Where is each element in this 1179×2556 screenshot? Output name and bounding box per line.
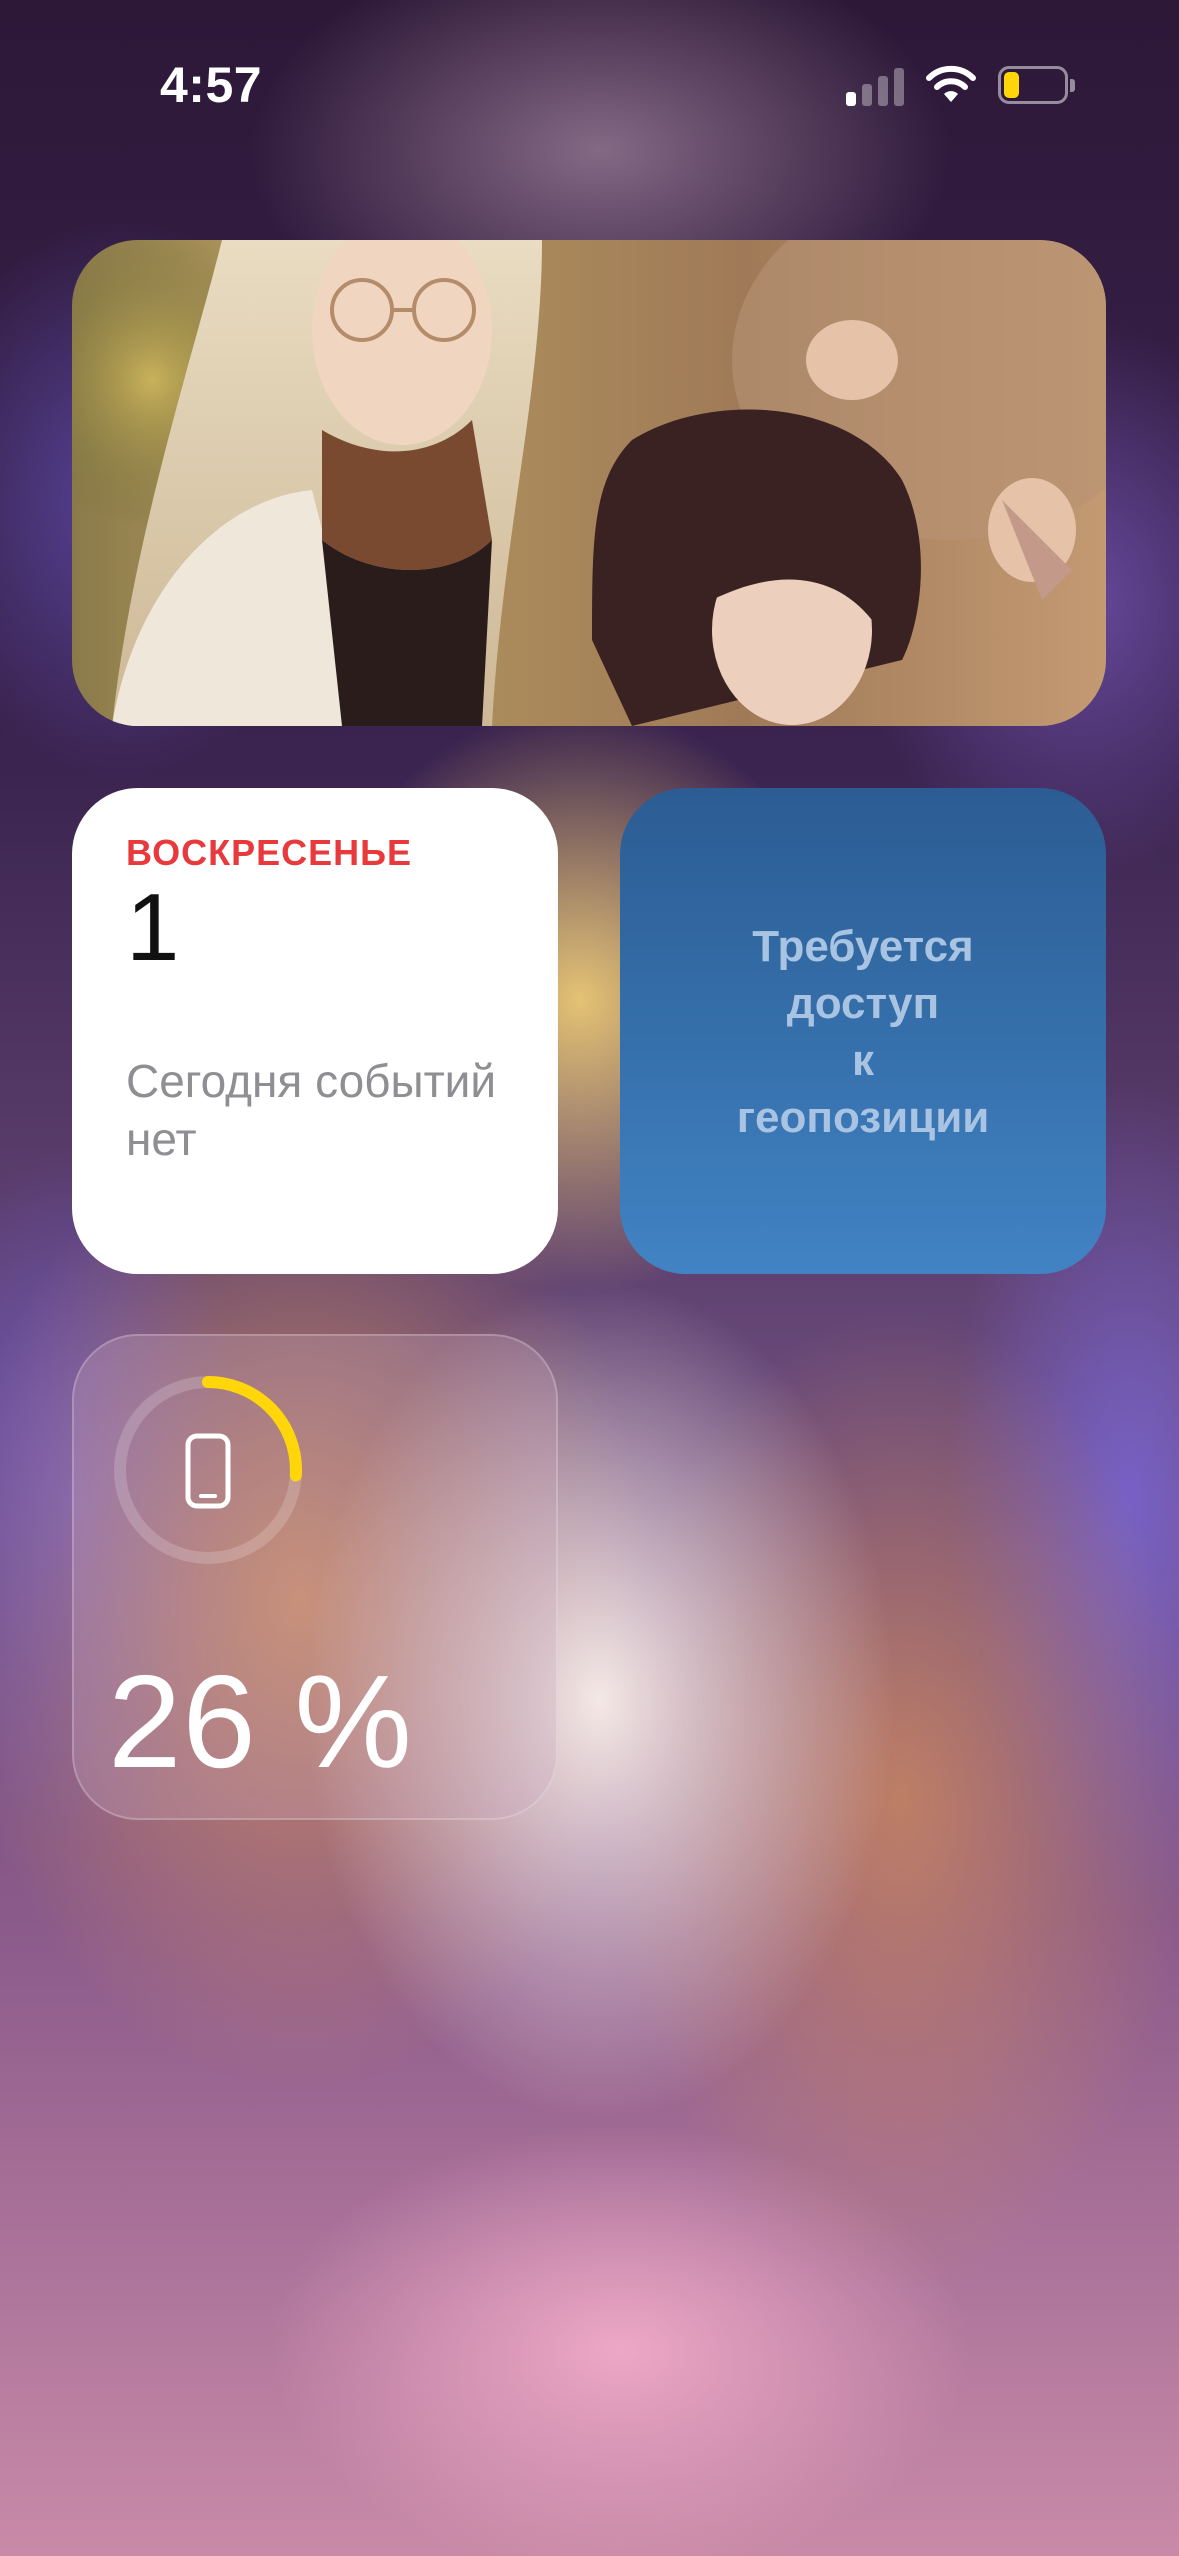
photo-widget[interactable] <box>72 240 1106 726</box>
status-bar: 4:57 <box>0 0 1179 170</box>
battery-ring <box>114 1376 302 1564</box>
weather-widget[interactable]: Требуется доступ к геопозиции <box>620 788 1106 1274</box>
cellular-signal-icon <box>846 66 906 106</box>
wifi-icon <box>926 65 976 102</box>
photo-icon <box>72 240 1106 726</box>
batteries-widget[interactable]: 26 % <box>72 1334 558 1820</box>
calendar-date: 1 <box>126 874 180 981</box>
battery-percent: 26 % <box>108 1648 413 1795</box>
iphone-icon <box>185 1433 231 1509</box>
calendar-widget[interactable]: ВОСКРЕСЕНЬЕ 1 Сегодня событий нет <box>72 788 558 1274</box>
location-access-message: Требуется доступ к геопозиции <box>736 922 990 1142</box>
battery-icon <box>998 66 1076 104</box>
calendar-no-events: Сегодня событий нет <box>126 1055 497 1165</box>
status-time: 4:57 <box>160 57 263 113</box>
calendar-day-name: ВОСКРЕСЕНЬЕ <box>126 832 412 873</box>
